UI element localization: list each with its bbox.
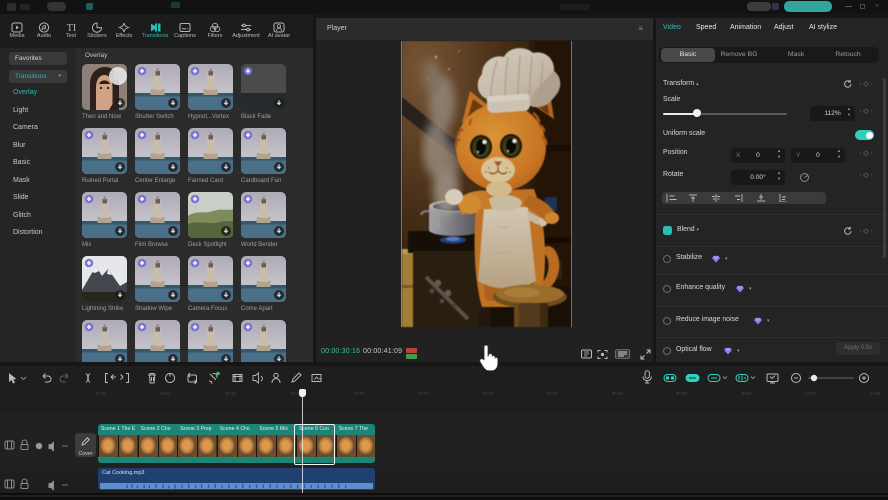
svg-text:Center Enlarge: Center Enlarge xyxy=(135,178,176,184)
svg-text:Lightning Strike: Lightning Strike xyxy=(82,306,124,312)
svg-text:Black Fade: Black Fade xyxy=(241,114,272,120)
svg-text:TI: TI xyxy=(66,23,75,33)
svg-text:Then and Now: Then and Now xyxy=(82,114,122,120)
svg-text:Cardboard Fan: Cardboard Fan xyxy=(241,178,281,184)
svg-text:Come Apart: Come Apart xyxy=(241,306,273,312)
svg-text:Shutter Switch: Shutter Switch xyxy=(135,114,174,120)
svg-text:Mix: Mix xyxy=(82,242,91,248)
svg-text:Film Browse: Film Browse xyxy=(135,242,169,248)
svg-text:World Bender: World Bender xyxy=(241,242,278,248)
svg-text:Hypnot...Vortex: Hypnot...Vortex xyxy=(188,114,229,120)
svg-text:Overlay: Overlay xyxy=(85,52,108,59)
svg-text:Camera Focus: Camera Focus xyxy=(188,306,227,312)
svg-text:Fanned Card: Fanned Card xyxy=(188,178,223,184)
svg-text:Deck Spotlight: Deck Spotlight xyxy=(188,242,227,248)
svg-text:Ruined Portal: Ruined Portal xyxy=(82,178,118,184)
svg-text:Shadow Wipe: Shadow Wipe xyxy=(135,306,173,312)
